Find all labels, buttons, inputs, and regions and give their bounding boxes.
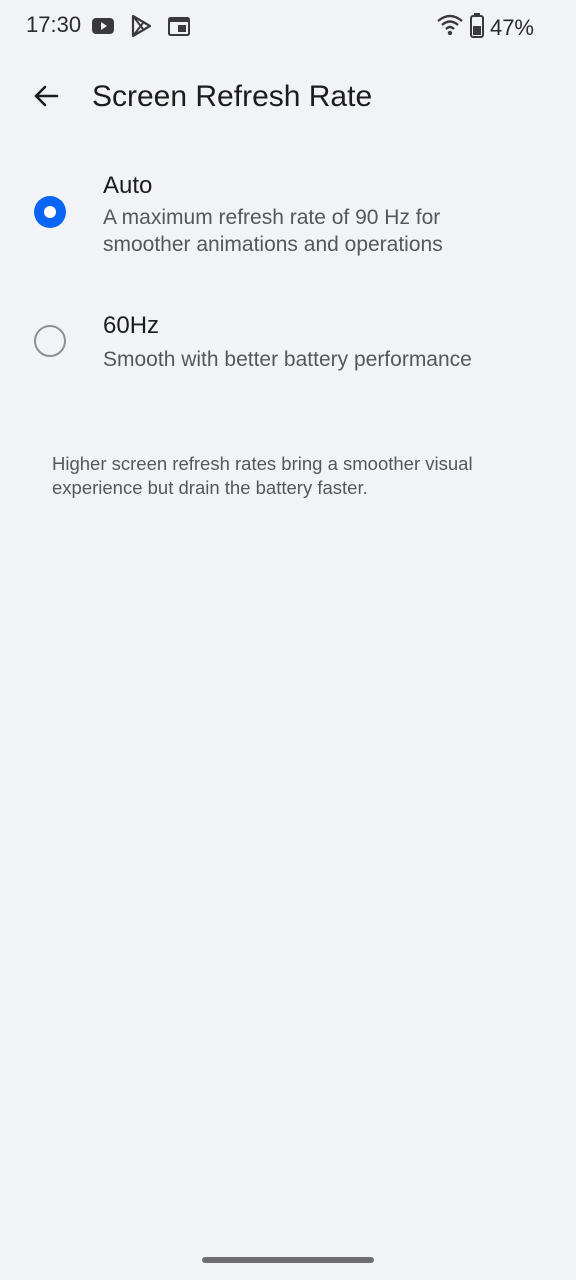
wifi-icon bbox=[436, 13, 464, 42]
footer-note: Higher screen refresh rates bring a smoo… bbox=[52, 453, 473, 498]
play-store-icon bbox=[128, 13, 154, 39]
option-auto[interactable]: Auto A maximum refresh rate of 90 Hz for… bbox=[0, 166, 576, 276]
calendar-icon bbox=[166, 13, 192, 39]
radio-auto-selected[interactable] bbox=[34, 196, 66, 228]
option-title: 60Hz bbox=[103, 312, 160, 339]
option-title: Auto bbox=[103, 172, 153, 199]
option-60hz[interactable]: 60Hz Smooth with better battery performa… bbox=[0, 306, 576, 396]
arrow-left-icon bbox=[32, 82, 60, 115]
youtube-icon bbox=[90, 13, 116, 39]
back-button[interactable] bbox=[26, 78, 66, 118]
radio-60hz-unselected[interactable] bbox=[34, 325, 66, 357]
gesture-nav-handle[interactable] bbox=[202, 1257, 374, 1263]
system-status: 47% bbox=[436, 12, 534, 43]
app-bar: Screen Refresh Rate bbox=[0, 66, 576, 130]
option-description: A maximum refresh rate of 90 Hz for smoo… bbox=[103, 206, 443, 256]
status-bar: 17:30 47% bbox=[0, 0, 576, 52]
page-title: Screen Refresh Rate bbox=[92, 80, 373, 113]
battery-percent: 47% bbox=[489, 14, 534, 40]
status-time: 17:30 bbox=[26, 12, 82, 37]
notification-icons bbox=[90, 13, 192, 39]
option-description: Smooth with better battery performance bbox=[103, 348, 472, 371]
battery-icon bbox=[469, 12, 484, 43]
